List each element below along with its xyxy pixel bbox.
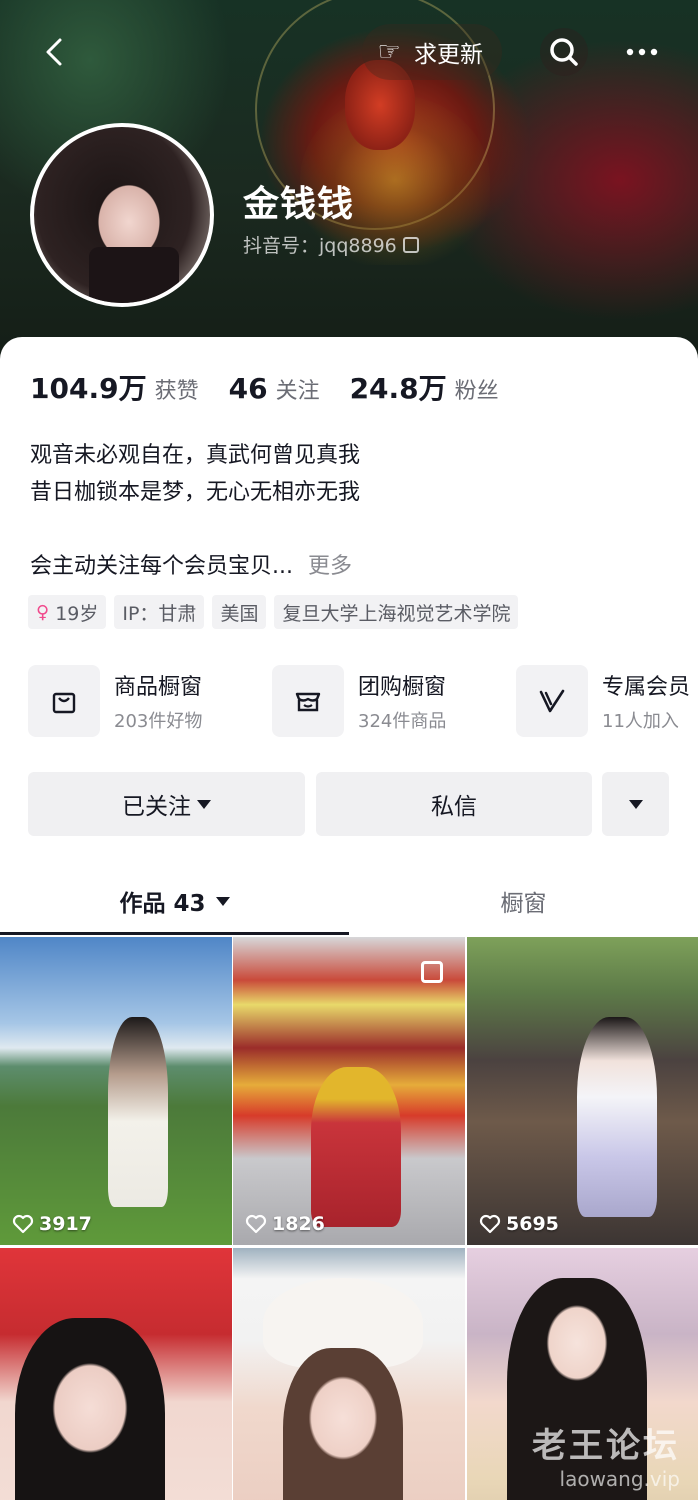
pointing-hand-icon: ☞ — [377, 37, 401, 67]
like-count: 1826 — [245, 1213, 325, 1235]
multi-image-icon — [421, 961, 443, 983]
ip-tag: IP：甘肃 — [114, 595, 205, 629]
tab-works-label: 作品 43 — [119, 891, 206, 917]
bio-line: 会主动关注每个会员宝贝... — [30, 554, 293, 579]
nickname: 金钱钱 — [243, 184, 355, 225]
video-thumbnail[interactable]: 1826 — [233, 937, 465, 1245]
stat-label: 关注 — [275, 379, 320, 404]
female-icon: ♀ — [36, 601, 50, 623]
copy-icon[interactable] — [402, 236, 419, 253]
caret-down-icon — [197, 799, 211, 809]
video-thumbnail[interactable] — [233, 1248, 465, 1500]
stat-followers[interactable]: 24.8万 粉丝 — [350, 367, 499, 407]
tab-indicator — [0, 932, 349, 935]
shop-subtitle: 203件好物 — [114, 711, 203, 732]
stat-value: 46 — [228, 372, 268, 405]
stat-likes[interactable]: 104.9万 获赞 — [30, 367, 199, 407]
shopping-bag-icon — [28, 665, 100, 737]
followed-label: 已关注 — [122, 794, 191, 820]
caret-down-icon — [215, 896, 230, 906]
followed-button[interactable]: 已关注 — [28, 772, 305, 836]
group-buy-entry[interactable]: 团购橱窗 324件商品 — [272, 665, 446, 737]
video-thumbnail[interactable]: 5695 — [467, 937, 698, 1245]
shop-entries: 商品橱窗 203件好物 团购橱窗 324件商品 专属会员 11人加入 — [28, 665, 698, 737]
like-count-value: 1826 — [272, 1213, 325, 1235]
thumb-figure — [15, 1318, 165, 1500]
store-icon — [272, 665, 344, 737]
bio-truncated: 会主动关注每个会员宝贝... 更多 — [30, 548, 352, 580]
caret-down-icon — [628, 799, 643, 809]
tab-works[interactable]: 作品 43 — [0, 867, 349, 935]
douyin-id-text: 抖音号：jqq8896 — [243, 235, 397, 257]
school-tag[interactable]: 复旦大学上海视觉艺术学院 — [274, 595, 519, 629]
douyin-id[interactable]: 抖音号：jqq8896 — [243, 231, 419, 258]
bio: 观音未必观自在，真武何曾见真我 昔日枷锁本是梦，无心无相亦无我 — [30, 437, 360, 511]
avatar[interactable] — [30, 123, 214, 307]
avatar-collar — [89, 247, 179, 303]
chevron-left-icon — [46, 38, 62, 66]
video-thumbnail[interactable]: 3917 — [0, 937, 232, 1245]
message-label: 私信 — [431, 794, 477, 820]
tab-showcase[interactable]: 橱窗 — [349, 867, 698, 935]
thumb-figure — [311, 1067, 401, 1227]
heart-icon — [479, 1214, 501, 1234]
bio-more-link[interactable]: 更多 — [308, 554, 352, 579]
shop-subtitle: 324件商品 — [358, 711, 447, 732]
location-tag: 美国 — [212, 595, 267, 629]
thumb-figure — [283, 1348, 403, 1500]
search-button[interactable] — [540, 28, 588, 76]
thumb-figure — [577, 1017, 657, 1217]
like-count: 3917 — [12, 1213, 92, 1235]
stat-label: 粉丝 — [454, 379, 499, 404]
heart-icon — [12, 1214, 34, 1234]
watermark-url: laowang.vip — [559, 1467, 680, 1491]
search-icon — [550, 38, 578, 66]
profile-card: 104.9万 获赞 46 关注 24.8万 粉丝 观音未必观自在，真武何曾见真我… — [0, 337, 698, 1500]
tab-showcase-label: 橱窗 — [500, 891, 547, 917]
top-bar: ☞ 求更新 — [0, 22, 698, 82]
content-tabs: 作品 43 橱窗 — [0, 867, 698, 935]
age-tag: ♀ 19岁 — [28, 595, 107, 629]
stats-row: 104.9万 获赞 46 关注 24.8万 粉丝 — [30, 367, 499, 407]
request-update-label: 求更新 — [414, 42, 483, 68]
age-text: 19岁 — [55, 602, 99, 625]
vip-v-icon — [516, 665, 588, 737]
recommend-dropdown-button[interactable] — [602, 772, 669, 836]
back-button[interactable] — [38, 34, 74, 70]
shop-title: 专属会员 — [602, 675, 691, 700]
stat-following[interactable]: 46 关注 — [229, 372, 320, 405]
watermark-title: 老王论坛 — [532, 1426, 680, 1466]
product-showcase-entry[interactable]: 商品橱窗 203件好物 — [28, 665, 202, 737]
message-button[interactable]: 私信 — [316, 772, 592, 836]
profile-tags: ♀ 19岁 IP：甘肃 美国 复旦大学上海视觉艺术学院 — [28, 595, 519, 629]
more-dots-icon — [626, 48, 658, 56]
video-thumbnail[interactable] — [0, 1248, 232, 1500]
heart-icon — [245, 1214, 267, 1234]
like-count-value: 3917 — [39, 1213, 92, 1235]
bio-line: 观音未必观自在，真武何曾见真我 — [30, 443, 361, 468]
shop-subtitle: 11人加入 — [602, 711, 679, 732]
stat-label: 获赞 — [154, 379, 199, 404]
watermark: 老王论坛 laowang.vip — [532, 1418, 680, 1491]
like-count-value: 5695 — [506, 1213, 559, 1235]
request-update-button[interactable]: ☞ 求更新 — [362, 24, 502, 80]
thumb-figure — [108, 1017, 168, 1207]
shop-title: 团购橱窗 — [358, 675, 447, 700]
stat-value: 104.9万 — [30, 372, 147, 405]
like-count: 5695 — [479, 1213, 559, 1235]
more-options-button[interactable] — [618, 28, 666, 76]
bio-line: 昔日枷锁本是梦，无心无相亦无我 — [30, 480, 361, 505]
stat-value: 24.8万 — [349, 372, 447, 405]
shop-title: 商品橱窗 — [114, 675, 203, 700]
vip-membership-entry[interactable]: 专属会员 11人加入 — [516, 665, 690, 737]
